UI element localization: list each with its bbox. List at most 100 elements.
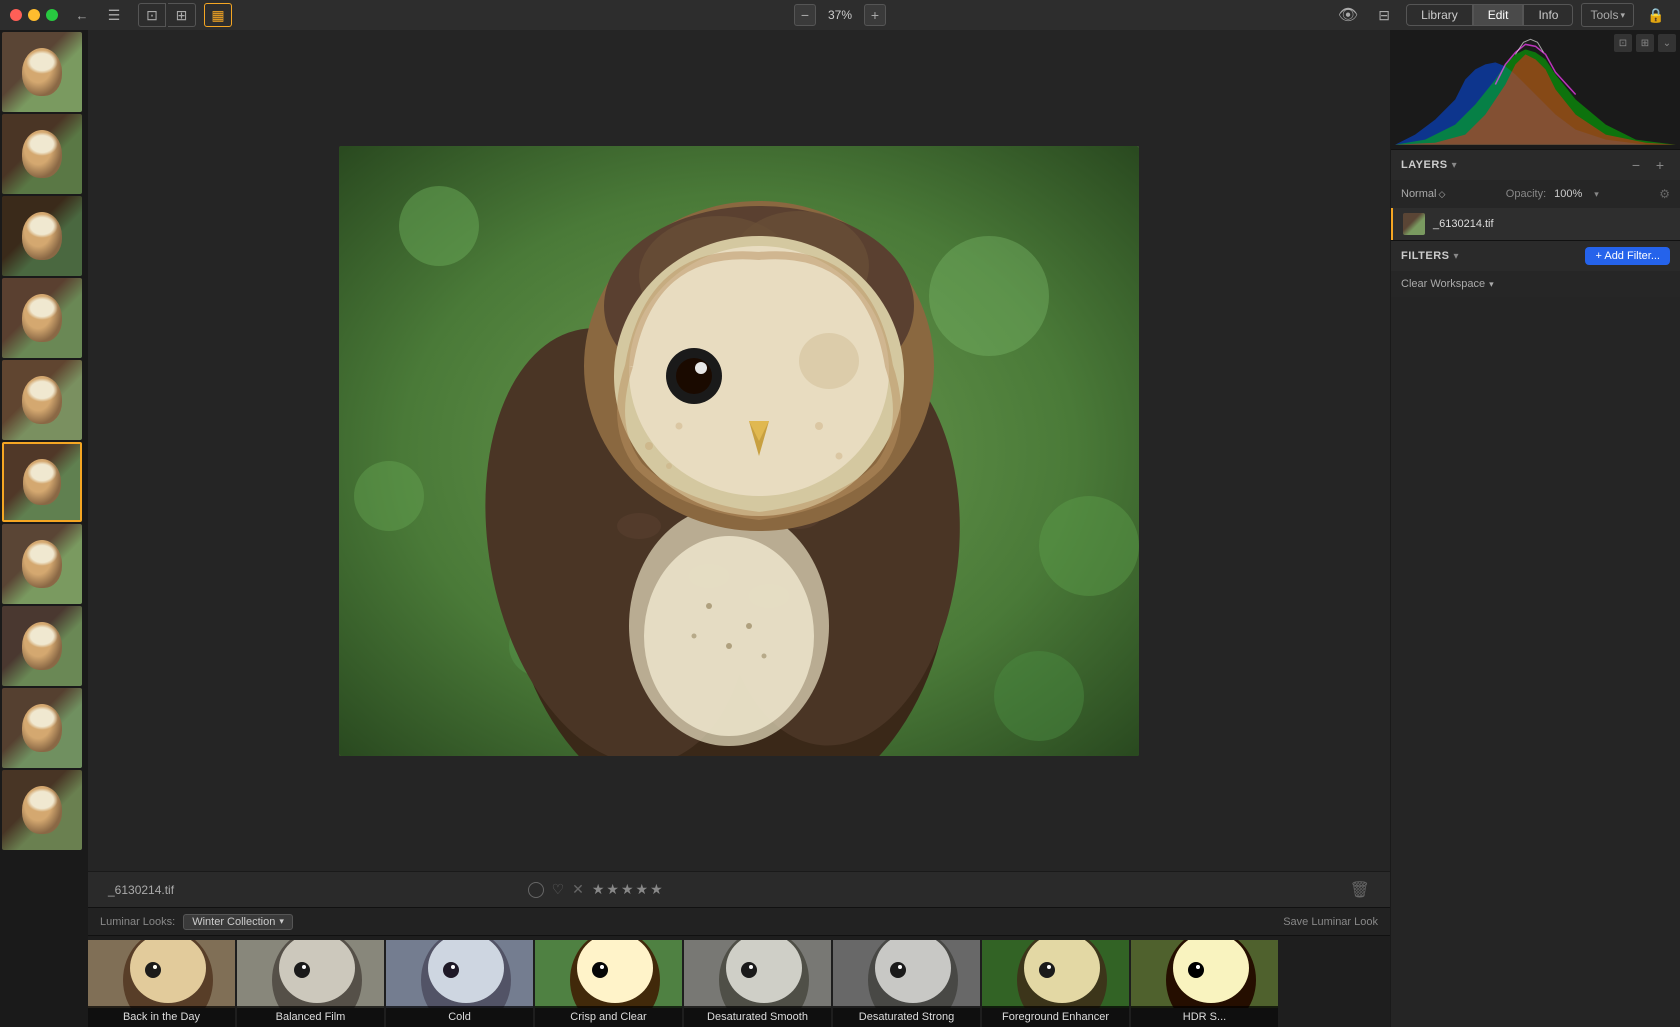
look-label-back-day: Back in the Day xyxy=(123,1011,200,1023)
look-item-cold[interactable]: Cold xyxy=(386,940,533,1027)
zoom-out-button[interactable]: − xyxy=(794,4,816,26)
look-label-desat-strong: Desaturated Strong xyxy=(859,1011,954,1023)
filmstrip-item-9[interactable] xyxy=(2,688,82,768)
histogram-layers-icon[interactable]: ⊡ xyxy=(1614,34,1632,52)
layers-chevron-icon: ▾ xyxy=(1452,160,1457,171)
look-label-balanced-film: Balanced Film xyxy=(276,1011,346,1023)
look-item-back-day[interactable]: Back in the Day xyxy=(88,940,235,1027)
zoom-controls: − 37% + xyxy=(794,4,886,26)
histogram: ⊡ ⊞ ⌄ xyxy=(1391,30,1680,150)
minimize-button[interactable] xyxy=(28,9,40,21)
star-4[interactable]: ★ xyxy=(636,881,649,898)
compare-icon[interactable]: ⊟ xyxy=(1370,3,1398,27)
titlebar: ← ☰ ⊡ ⊞ ▦ − 37% + 👁 ⊟ Library Edit Info … xyxy=(0,0,1680,30)
zoom-in-button[interactable]: + xyxy=(864,4,886,26)
blend-row: Normal ◇ Opacity: 100% ▾ ⚙ xyxy=(1391,180,1680,208)
star-5[interactable]: ★ xyxy=(650,881,663,898)
look-thumb-svg-2 xyxy=(237,940,384,1008)
looks-label: Luminar Looks: xyxy=(100,916,175,928)
collection-name: Winter Collection xyxy=(192,916,275,928)
layer-settings-icon[interactable]: ⚙ xyxy=(1659,187,1670,201)
look-label-crisp-clear: Crisp and Clear xyxy=(570,1011,646,1023)
filmstrip-item-5[interactable] xyxy=(2,360,82,440)
look-thumb-fg-enhancer xyxy=(982,940,1129,1008)
layers-actions: − + xyxy=(1626,155,1670,175)
look-thumb-crisp-clear xyxy=(535,940,682,1008)
clear-workspace-button[interactable]: Clear Workspace ▾ xyxy=(1401,278,1494,290)
look-label-desat-smooth: Desaturated Smooth xyxy=(707,1011,808,1023)
tools-label: Tools xyxy=(1590,8,1618,22)
stars-rating: ★ ★ ★ ★ ★ xyxy=(592,881,663,898)
blend-mode-select[interactable]: Normal ◇ xyxy=(1401,188,1445,200)
filters-header: FILTERS ▾ + Add Filter... xyxy=(1391,241,1680,271)
layers-section: LAYERS ▾ − + Normal ◇ Opacity: 100% ▾ ⚙ xyxy=(1391,150,1680,241)
star-1[interactable]: ★ xyxy=(592,881,605,898)
preview-icon[interactable]: 👁 xyxy=(1334,3,1362,27)
look-label-hdr: HDR S... xyxy=(1183,1011,1226,1023)
look-thumb-svg-7 xyxy=(982,940,1129,1008)
filmstrip-item-7[interactable] xyxy=(2,524,82,604)
view-single-icon[interactable]: ⊡ xyxy=(138,3,166,27)
filmstrip-toggle-icon[interactable]: ▦ xyxy=(204,3,232,27)
layers-plus-button[interactable]: + xyxy=(1650,155,1670,175)
filmstrip-item-1[interactable] xyxy=(2,32,82,112)
heart-icon[interactable]: ♡ xyxy=(552,881,565,898)
histogram-settings-icon[interactable]: ⌄ xyxy=(1658,34,1676,52)
layers-minus-button[interactable]: − xyxy=(1626,155,1646,175)
look-thumb-desat-strong xyxy=(833,940,980,1008)
filmstrip-item-8[interactable] xyxy=(2,606,82,686)
look-item-desat-smooth[interactable]: Desaturated Smooth xyxy=(684,940,831,1027)
opacity-label: Opacity: xyxy=(1506,188,1546,200)
opacity-value: 100% xyxy=(1554,188,1582,200)
layer-name: _6130214.tif xyxy=(1433,218,1494,230)
filmstrip-item-selected[interactable] xyxy=(2,442,82,522)
filmstrip-item-2[interactable] xyxy=(2,114,82,194)
look-item-crisp-clear[interactable]: Crisp and Clear xyxy=(535,940,682,1027)
clear-workspace-chevron-icon: ▾ xyxy=(1489,279,1494,290)
look-item-desat-strong[interactable]: Desaturated Strong xyxy=(833,940,980,1027)
lock-icon[interactable]: 🔒 xyxy=(1642,3,1670,27)
menu-icon[interactable]: ☰ xyxy=(100,3,128,27)
clear-workspace-row: Clear Workspace ▾ xyxy=(1391,271,1680,297)
look-item-balanced-film[interactable]: Balanced Film xyxy=(237,940,384,1027)
info-bar: _6130214.tif ♡ ✕ ★ ★ ★ ★ ★ 🗑 xyxy=(88,871,1390,907)
look-label-bar-crisp-clear: Crisp and Clear xyxy=(535,1006,682,1027)
look-label-bar-back-day: Back in the Day xyxy=(88,1006,235,1027)
filename: _6130214.tif xyxy=(108,883,174,897)
filmstrip-item-4[interactable] xyxy=(2,278,82,358)
collection-badge[interactable]: Winter Collection ▾ xyxy=(183,914,293,930)
histogram-scope-icon[interactable]: ⊞ xyxy=(1636,34,1654,52)
look-item-fg-enhancer[interactable]: Foreground Enhancer xyxy=(982,940,1129,1027)
delete-icon[interactable]: 🗑 xyxy=(1350,880,1370,900)
looks-bar: Luminar Looks: Winter Collection ▾ Save … xyxy=(88,907,1390,1027)
maximize-button[interactable] xyxy=(46,9,58,21)
opacity-chevron-icon[interactable]: ▾ xyxy=(1594,189,1599,200)
look-item-hdr[interactable]: HDR S... xyxy=(1131,940,1278,1027)
tab-info[interactable]: Info xyxy=(1523,4,1573,26)
back-icon[interactable]: ← xyxy=(68,3,96,27)
right-panel: ⊡ ⊞ ⌄ LAYERS ▾ − + Normal ◇ Opacity: xyxy=(1390,30,1680,1027)
look-thumb-balanced-film xyxy=(237,940,384,1008)
filters-title: FILTERS xyxy=(1401,250,1450,262)
filmstrip-item-3[interactable] xyxy=(2,196,82,276)
view-compare-icon[interactable]: ⊞ xyxy=(168,3,196,27)
tab-edit[interactable]: Edit xyxy=(1473,4,1524,26)
filmstrip-item-10[interactable] xyxy=(2,770,82,850)
look-thumb-svg-5 xyxy=(684,940,831,1008)
add-filter-button[interactable]: + Add Filter... xyxy=(1585,247,1670,265)
look-thumb-back-day xyxy=(88,940,235,1008)
save-luminar-look-button[interactable]: Save Luminar Look xyxy=(1283,916,1378,928)
layer-item[interactable]: _6130214.tif xyxy=(1391,208,1680,240)
main-layout: _6130214.tif ♡ ✕ ★ ★ ★ ★ ★ 🗑 Luminar Loo… xyxy=(0,30,1680,1027)
tools-button[interactable]: Tools ▾ xyxy=(1581,3,1634,27)
reject-icon[interactable]: ✕ xyxy=(572,881,584,898)
star-2[interactable]: ★ xyxy=(606,881,619,898)
close-button[interactable] xyxy=(10,9,22,21)
circle-rating-button[interactable] xyxy=(528,882,544,898)
look-thumb-svg-8 xyxy=(1131,940,1278,1008)
histogram-icons: ⊡ ⊞ ⌄ xyxy=(1614,34,1676,52)
filters-chevron-icon: ▾ xyxy=(1454,251,1459,262)
star-3[interactable]: ★ xyxy=(621,881,634,898)
look-label-bar-hdr: HDR S... xyxy=(1131,1006,1278,1027)
tab-library[interactable]: Library xyxy=(1406,4,1473,26)
